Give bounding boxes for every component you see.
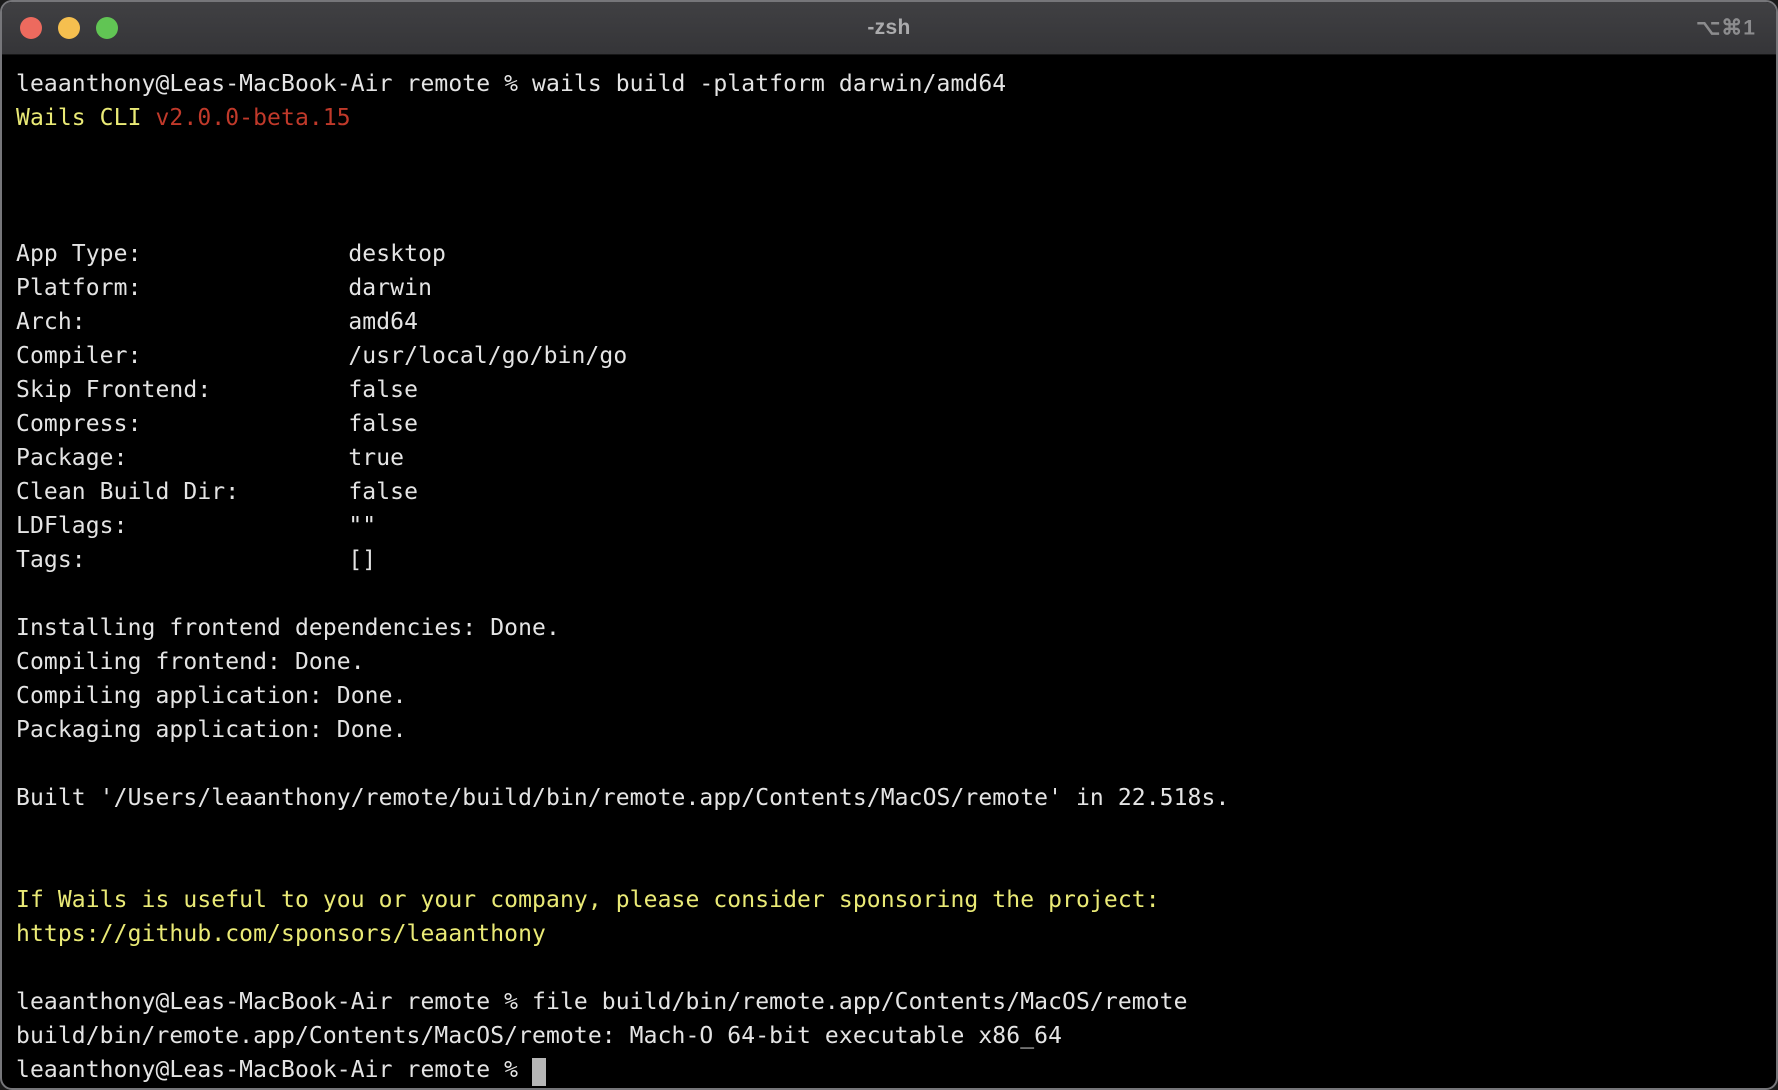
terminal-line: Compiler:/usr/local/go/bin/go xyxy=(16,339,1762,373)
blank-line xyxy=(16,819,30,845)
blank-line xyxy=(16,955,30,981)
blank-line xyxy=(16,139,30,165)
minimize-button[interactable] xyxy=(58,17,80,39)
config-value: desktop xyxy=(348,241,446,267)
blank-line xyxy=(16,173,30,199)
config-label: Compress: xyxy=(16,407,348,441)
blank-line xyxy=(16,751,30,777)
terminal-line: Package:true xyxy=(16,441,1762,475)
config-value: /usr/local/go/bin/go xyxy=(348,343,627,369)
terminal-text: leaanthony@Leas-MacBook-Air remote % fil… xyxy=(16,989,1188,1015)
terminal-line xyxy=(16,169,1762,203)
terminal-line xyxy=(16,747,1762,781)
config-value: true xyxy=(348,445,404,471)
config-label: LDFlags: xyxy=(16,509,348,543)
config-value: false xyxy=(348,411,418,437)
terminal-line: Installing frontend dependencies: Done. xyxy=(16,611,1762,645)
config-value: amd64 xyxy=(348,309,418,335)
terminal-line: Clean Build Dir:false xyxy=(16,475,1762,509)
config-value: darwin xyxy=(348,275,432,301)
terminal-window: -zsh ⌥⌘1 leaanthony@Leas-MacBook-Air rem… xyxy=(0,0,1778,1090)
terminal-line xyxy=(16,203,1762,237)
window-title: -zsh xyxy=(867,16,910,40)
terminal-line: Skip Frontend:false xyxy=(16,373,1762,407)
terminal-line: leaanthony@Leas-MacBook-Air remote % fil… xyxy=(16,985,1762,1019)
terminal-text: leaanthony@Leas-MacBook-Air remote % xyxy=(16,1057,532,1083)
config-label: Clean Build Dir: xyxy=(16,475,348,509)
terminal-line: Tags:[] xyxy=(16,543,1762,577)
terminal-line xyxy=(16,577,1762,611)
terminal-line: Compiling application: Done. xyxy=(16,679,1762,713)
terminal-line: LDFlags:"" xyxy=(16,509,1762,543)
config-label: Compiler: xyxy=(16,339,348,373)
cursor-block xyxy=(532,1058,546,1086)
terminal-text: Packaging application: Done. xyxy=(16,717,407,743)
terminal-output[interactable]: leaanthony@Leas-MacBook-Air remote % wai… xyxy=(2,55,1776,1087)
blank-line xyxy=(16,853,30,879)
terminal-line: leaanthony@Leas-MacBook-Air remote % xyxy=(16,1053,1762,1087)
terminal-line: App Type:desktop xyxy=(16,237,1762,271)
config-value: false xyxy=(348,479,418,505)
terminal-line: Compress:false xyxy=(16,407,1762,441)
terminal-line: Platform:darwin xyxy=(16,271,1762,305)
terminal-line: Wails CLI v2.0.0-beta.15 xyxy=(16,101,1762,135)
terminal-text: Built '/Users/leaanthony/remote/build/bi… xyxy=(16,785,1229,811)
config-label: Package: xyxy=(16,441,348,475)
terminal-line: https://github.com/sponsors/leaanthony xyxy=(16,917,1762,951)
terminal-text: build/bin/remote.app/Contents/MacOS/remo… xyxy=(16,1023,1062,1049)
terminal-line: leaanthony@Leas-MacBook-Air remote % wai… xyxy=(16,67,1762,101)
zoom-button[interactable] xyxy=(96,17,118,39)
terminal-text: Compiling frontend: Done. xyxy=(16,649,365,675)
terminal-text: v2.0.0-beta.15 xyxy=(155,105,350,131)
config-value: false xyxy=(348,377,418,403)
config-label: Arch: xyxy=(16,305,348,339)
terminal-line: Packaging application: Done. xyxy=(16,713,1762,747)
terminal-text: https://github.com/sponsors/leaanthony xyxy=(16,921,546,947)
terminal-text: Wails CLI xyxy=(16,105,155,131)
config-label: App Type: xyxy=(16,237,348,271)
window-titlebar[interactable]: -zsh ⌥⌘1 xyxy=(2,2,1776,55)
terminal-line: If Wails is useful to you or your compan… xyxy=(16,883,1762,917)
terminal-text: Compiling application: Done. xyxy=(16,683,407,709)
close-button[interactable] xyxy=(20,17,42,39)
terminal-line: Compiling frontend: Done. xyxy=(16,645,1762,679)
config-label: Platform: xyxy=(16,271,348,305)
blank-line xyxy=(16,581,30,607)
terminal-text: Installing frontend dependencies: Done. xyxy=(16,615,560,641)
terminal-line: Arch:amd64 xyxy=(16,305,1762,339)
terminal-line: Built '/Users/leaanthony/remote/build/bi… xyxy=(16,781,1762,815)
keyboard-shortcut-badge: ⌥⌘1 xyxy=(1696,16,1756,41)
config-value: [] xyxy=(348,547,376,573)
config-label: Skip Frontend: xyxy=(16,373,348,407)
terminal-text: leaanthony@Leas-MacBook-Air remote % wai… xyxy=(16,71,1006,97)
terminal-line: build/bin/remote.app/Contents/MacOS/remo… xyxy=(16,1019,1762,1053)
terminal-line xyxy=(16,815,1762,849)
terminal-line xyxy=(16,135,1762,169)
terminal-line xyxy=(16,951,1762,985)
config-label: Tags: xyxy=(16,543,348,577)
traffic-lights xyxy=(20,2,118,54)
blank-line xyxy=(16,207,30,233)
config-value: "" xyxy=(348,513,376,539)
terminal-line xyxy=(16,849,1762,883)
terminal-text: If Wails is useful to you or your compan… xyxy=(16,887,1160,913)
